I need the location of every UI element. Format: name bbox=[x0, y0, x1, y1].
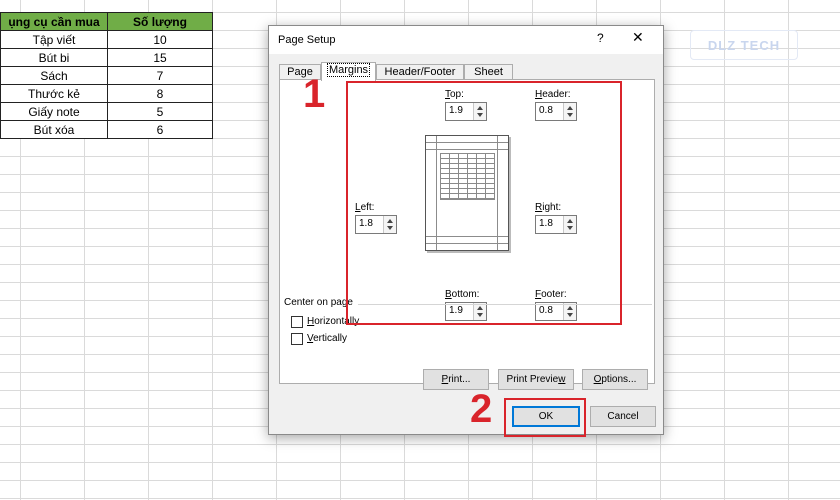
cell-item[interactable]: Giấy note bbox=[0, 102, 108, 121]
table-row: Bút bi 15 bbox=[0, 48, 213, 67]
table-row: Bút xóa 6 bbox=[0, 120, 213, 139]
tab-sheet[interactable]: Sheet bbox=[464, 64, 513, 80]
dialog-titlebar[interactable]: Page Setup ? ✕ bbox=[269, 26, 663, 54]
vertically-label[interactable]: Vertically bbox=[307, 333, 347, 344]
cell-item[interactable]: Sách bbox=[0, 66, 108, 85]
tab-margins[interactable]: Margins bbox=[321, 62, 376, 81]
center-on-page-label: Center on page bbox=[284, 297, 353, 308]
cell-qty[interactable]: 5 bbox=[107, 102, 213, 121]
vertically-checkbox[interactable] bbox=[291, 333, 303, 345]
table-row: Giấy note 5 bbox=[0, 102, 213, 121]
header-qty[interactable]: Số lượng bbox=[107, 12, 213, 31]
cell-qty[interactable]: 7 bbox=[107, 66, 213, 85]
cell-qty[interactable]: 8 bbox=[107, 84, 213, 103]
options-button[interactable]: Options... bbox=[582, 369, 648, 390]
header-item[interactable]: ụng cụ cần mua bbox=[0, 12, 108, 31]
ok-highlight-box bbox=[504, 398, 586, 437]
table-header-row: ụng cụ cần mua Số lượng bbox=[0, 12, 213, 31]
help-button[interactable]: ? bbox=[597, 31, 604, 45]
cell-item[interactable]: Bút xóa bbox=[0, 120, 108, 139]
cell-item[interactable]: Bút bi bbox=[0, 48, 108, 67]
table-row: Thước kẻ 8 bbox=[0, 84, 213, 103]
tab-header-footer[interactable]: Header/Footer bbox=[376, 64, 464, 80]
cell-item[interactable]: Tập viết bbox=[0, 30, 108, 49]
step-2-label: 2 bbox=[470, 387, 493, 431]
cell-qty[interactable]: 10 bbox=[107, 30, 213, 49]
cell-item[interactable]: Thước kẻ bbox=[0, 84, 108, 103]
watermark-logo: DLZ TECH bbox=[690, 30, 798, 60]
horizontally-checkbox[interactable] bbox=[291, 316, 303, 328]
close-icon[interactable]: ✕ bbox=[632, 29, 644, 46]
cell-qty[interactable]: 15 bbox=[107, 48, 213, 67]
cancel-button[interactable]: Cancel bbox=[590, 406, 656, 427]
cell-qty[interactable]: 6 bbox=[107, 120, 213, 139]
margins-highlight-box bbox=[346, 81, 622, 325]
dialog-title: Page Setup bbox=[278, 34, 336, 46]
table-row: Sách 7 bbox=[0, 66, 213, 85]
shopping-table: ụng cụ cần mua Số lượng Tập viết 10 Bút … bbox=[0, 12, 213, 139]
table-row: Tập viết 10 bbox=[0, 30, 213, 49]
print-preview-button[interactable]: Print Preview bbox=[498, 369, 574, 390]
